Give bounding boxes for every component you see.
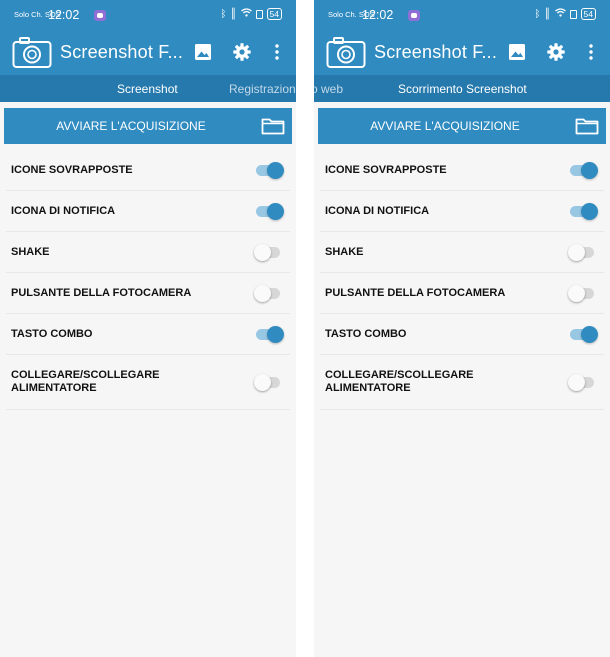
setting-label: COLLEGARE/SCOLLEGARE ALIMENTATORE xyxy=(325,369,474,394)
phone-screen-right: Solo Ch. SOS 12:02 ᛒ ║ 54 Screenshot F..… xyxy=(314,0,610,657)
vibrate-icon: ║ xyxy=(544,8,551,20)
bluetooth-icon: ᛒ xyxy=(220,8,227,20)
sim-icon xyxy=(569,9,577,19)
setting-row-shake[interactable]: SHAKE xyxy=(6,232,290,273)
battery-icon: 54 xyxy=(266,8,282,20)
setting-row-tasto-combo[interactable]: TASTO COMBO xyxy=(6,314,290,355)
setting-label: TASTO COMBO xyxy=(325,328,407,340)
settings-gear-icon[interactable] xyxy=(547,43,565,61)
clock: 12:02 xyxy=(48,8,80,22)
more-options-icon[interactable] xyxy=(582,43,600,61)
settings-gear-icon[interactable] xyxy=(233,43,251,61)
status-bar: Solo Ch. SOS 12:02 ᛒ ║ 54 xyxy=(0,0,296,30)
setting-label: PULSANTE DELLA FOTOCAMERA xyxy=(11,287,192,299)
alimentatore-toggle[interactable] xyxy=(254,374,284,391)
setting-label: PULSANTE DELLA FOTOCAMERA xyxy=(325,287,506,299)
status-icons: ᛒ ║ 54 xyxy=(220,8,282,20)
bluetooth-icon: ᛒ xyxy=(534,8,541,20)
setting-row-pulsante-fotocamera[interactable]: PULSANTE DELLA FOTOCAMERA xyxy=(320,273,604,314)
setting-row-tasto-combo[interactable]: TASTO COMBO xyxy=(320,314,604,355)
start-capture-button[interactable]: AVVIARE L'ACQUISIZIONE xyxy=(4,108,292,144)
gallery-icon[interactable] xyxy=(194,43,212,61)
tab-registrazione-web[interactable]: Registrazione web xyxy=(229,82,296,96)
start-capture-label: AVVIARE L'ACQUISIZIONE xyxy=(370,119,520,133)
folder-icon[interactable] xyxy=(575,117,599,135)
sim-icon xyxy=(255,9,263,19)
app-bar: Screenshot F... xyxy=(0,30,296,75)
clock: 12:02 xyxy=(362,8,394,22)
app-title: Screenshot F... xyxy=(374,42,498,62)
setting-row-icona-di-notifica[interactable]: ICONA DI NOTIFICA xyxy=(320,191,604,232)
setting-label: ICONE SOVRAPPOSTE xyxy=(325,164,447,176)
notification-app-icon xyxy=(94,10,106,21)
phone-screen-left: Solo Ch. SOS 12:02 ᛒ ║ 54 Screenshot F..… xyxy=(0,0,296,657)
tab-bar: Screenshot Registrazione web xyxy=(0,75,296,102)
notification-app-icon xyxy=(408,10,420,21)
tab-screenshot[interactable]: Screenshot xyxy=(117,82,178,96)
setting-label: ICONA DI NOTIFICA xyxy=(11,205,116,217)
start-capture-button[interactable]: AVVIARE L'ACQUISIZIONE xyxy=(318,108,606,144)
app-title: Screenshot F... xyxy=(60,42,184,62)
setting-row-icone-sovrapposte[interactable]: ICONE SOVRAPPOSTE xyxy=(320,150,604,191)
settings-list: ICONE SOVRAPPOSTE ICONA DI NOTIFICA SHAK… xyxy=(6,150,290,410)
setting-row-icone-sovrapposte[interactable]: ICONE SOVRAPPOSTE xyxy=(6,150,290,191)
icone-sovrapposte-toggle[interactable] xyxy=(254,162,284,179)
pulsante-fotocamera-toggle[interactable] xyxy=(254,285,284,302)
setting-label: SHAKE xyxy=(325,246,364,258)
status-icons: ᛒ ║ 54 xyxy=(534,8,596,20)
vibrate-icon: ║ xyxy=(230,8,237,20)
wifi-icon xyxy=(554,8,566,20)
tasto-combo-toggle[interactable] xyxy=(254,326,284,343)
setting-row-alimentatore[interactable]: COLLEGARE/SCOLLEGARE ALIMENTATORE xyxy=(6,355,290,410)
setting-label: ICONE SOVRAPPOSTE xyxy=(11,164,133,176)
setting-row-icona-di-notifica[interactable]: ICONA DI NOTIFICA xyxy=(6,191,290,232)
shake-toggle[interactable] xyxy=(254,244,284,261)
wifi-icon xyxy=(240,8,252,20)
setting-row-shake[interactable]: SHAKE xyxy=(320,232,604,273)
setting-row-pulsante-fotocamera[interactable]: PULSANTE DELLA FOTOCAMERA xyxy=(6,273,290,314)
settings-list: ICONE SOVRAPPOSTE ICONA DI NOTIFICA SHAK… xyxy=(320,150,604,410)
battery-icon: 54 xyxy=(580,8,596,20)
tab-bar: o web Scorrimento Screenshot xyxy=(314,75,610,102)
setting-row-alimentatore[interactable]: COLLEGARE/SCOLLEGARE ALIMENTATORE xyxy=(320,355,604,410)
start-capture-label: AVVIARE L'ACQUISIZIONE xyxy=(56,119,206,133)
status-bar: Solo Ch. SOS 12:02 ᛒ ║ 54 xyxy=(314,0,610,30)
icona-di-notifica-toggle[interactable] xyxy=(568,203,598,220)
shake-toggle[interactable] xyxy=(568,244,598,261)
setting-label: COLLEGARE/SCOLLEGARE ALIMENTATORE xyxy=(11,369,160,394)
pulsante-fotocamera-toggle[interactable] xyxy=(568,285,598,302)
setting-label: SHAKE xyxy=(11,246,50,258)
alimentatore-toggle[interactable] xyxy=(568,374,598,391)
folder-icon[interactable] xyxy=(261,117,285,135)
tasto-combo-toggle[interactable] xyxy=(568,326,598,343)
tab-registrazione-web[interactable]: o web xyxy=(314,82,343,96)
camera-icon xyxy=(12,37,52,68)
camera-icon xyxy=(326,37,366,68)
tab-scorrimento-screenshot[interactable]: Scorrimento Screenshot xyxy=(398,82,527,96)
icone-sovrapposte-toggle[interactable] xyxy=(568,162,598,179)
more-options-icon[interactable] xyxy=(268,43,286,61)
setting-label: TASTO COMBO xyxy=(11,328,93,340)
app-bar: Screenshot F... xyxy=(314,30,610,75)
icona-di-notifica-toggle[interactable] xyxy=(254,203,284,220)
gallery-icon[interactable] xyxy=(508,43,526,61)
setting-label: ICONA DI NOTIFICA xyxy=(325,205,430,217)
